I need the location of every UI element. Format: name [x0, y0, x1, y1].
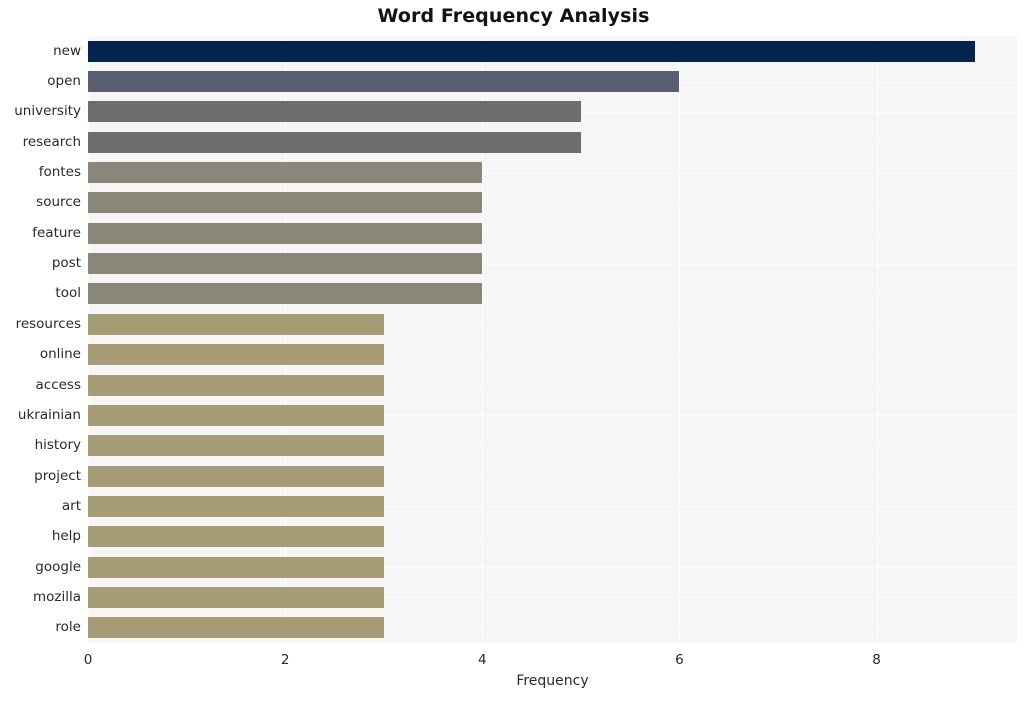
bar-fontes[interactable] [88, 162, 483, 184]
y-tick-label-google: google [35, 558, 81, 575]
y-tick-label-access: access [35, 376, 82, 393]
bar-ukrainian[interactable] [88, 404, 384, 426]
y-tick-label-open: open [47, 73, 81, 90]
gridline-vertical [876, 36, 878, 643]
bar-role[interactable] [88, 617, 384, 639]
y-tick-label-project: project [34, 467, 81, 484]
x-axis-title: Frequency [516, 673, 589, 689]
y-tick-label-source: source [36, 194, 81, 211]
gridline-vertical [285, 36, 287, 643]
y-tick-label-ukrainian: ukrainian [17, 406, 81, 423]
y-tick-label-new: new [53, 42, 81, 59]
y-tick-label-fontes: fontes [38, 164, 81, 181]
y-tick-label-resources: resources [15, 315, 81, 332]
y-tick-label-university: university [14, 103, 81, 120]
bar-open[interactable] [88, 71, 680, 93]
y-tick-label-feature: feature [32, 224, 81, 241]
bar-google[interactable] [88, 556, 384, 578]
y-tick-label-role: role [55, 619, 81, 636]
y-tick-label-art: art [61, 497, 81, 514]
bar-post[interactable] [88, 253, 483, 275]
x-tick-label: 2 [280, 652, 290, 668]
y-axis-tick-labels: new open university research fontes source fea… [0, 36, 81, 643]
bar-new[interactable] [88, 40, 976, 62]
bar-art[interactable] [88, 495, 384, 517]
x-axis-tick-labels: 0 2 4 6 8 [0, 643, 1027, 673]
y-tick-label-help: help [51, 528, 81, 545]
gridline-vertical [482, 36, 484, 643]
x-tick-label: 8 [872, 652, 881, 668]
bar-mozilla[interactable] [88, 586, 384, 608]
bar-history[interactable] [88, 435, 384, 457]
x-tick-label: 0 [83, 652, 93, 668]
y-tick-label-research: research [22, 133, 81, 150]
bar-feature[interactable] [88, 222, 483, 244]
bar-online[interactable] [88, 344, 384, 366]
bar-research[interactable] [88, 131, 581, 153]
bar-access[interactable] [88, 374, 384, 396]
y-tick-label-online: online [39, 346, 81, 363]
chart-title: Word Frequency Analysis [377, 5, 650, 27]
bar-resources[interactable] [88, 313, 384, 335]
y-tick-label-tool: tool [55, 285, 81, 302]
gridline-vertical [679, 36, 681, 643]
bar-help[interactable] [88, 526, 384, 548]
y-tick-label-post: post [51, 255, 81, 272]
gridline-vertical [88, 36, 89, 643]
x-tick-label: 6 [675, 652, 684, 668]
plot-area [88, 36, 1017, 643]
bar-source[interactable] [88, 192, 483, 214]
bar-project[interactable] [88, 465, 384, 487]
bar-university[interactable] [88, 101, 581, 123]
y-tick-label-mozilla: mozilla [32, 588, 81, 605]
bar-tool[interactable] [88, 283, 483, 305]
x-tick-label: 4 [477, 652, 487, 668]
chart-figure: Word Frequency Analysis new open universit… [0, 0, 1027, 701]
y-tick-label-history: history [34, 437, 81, 454]
